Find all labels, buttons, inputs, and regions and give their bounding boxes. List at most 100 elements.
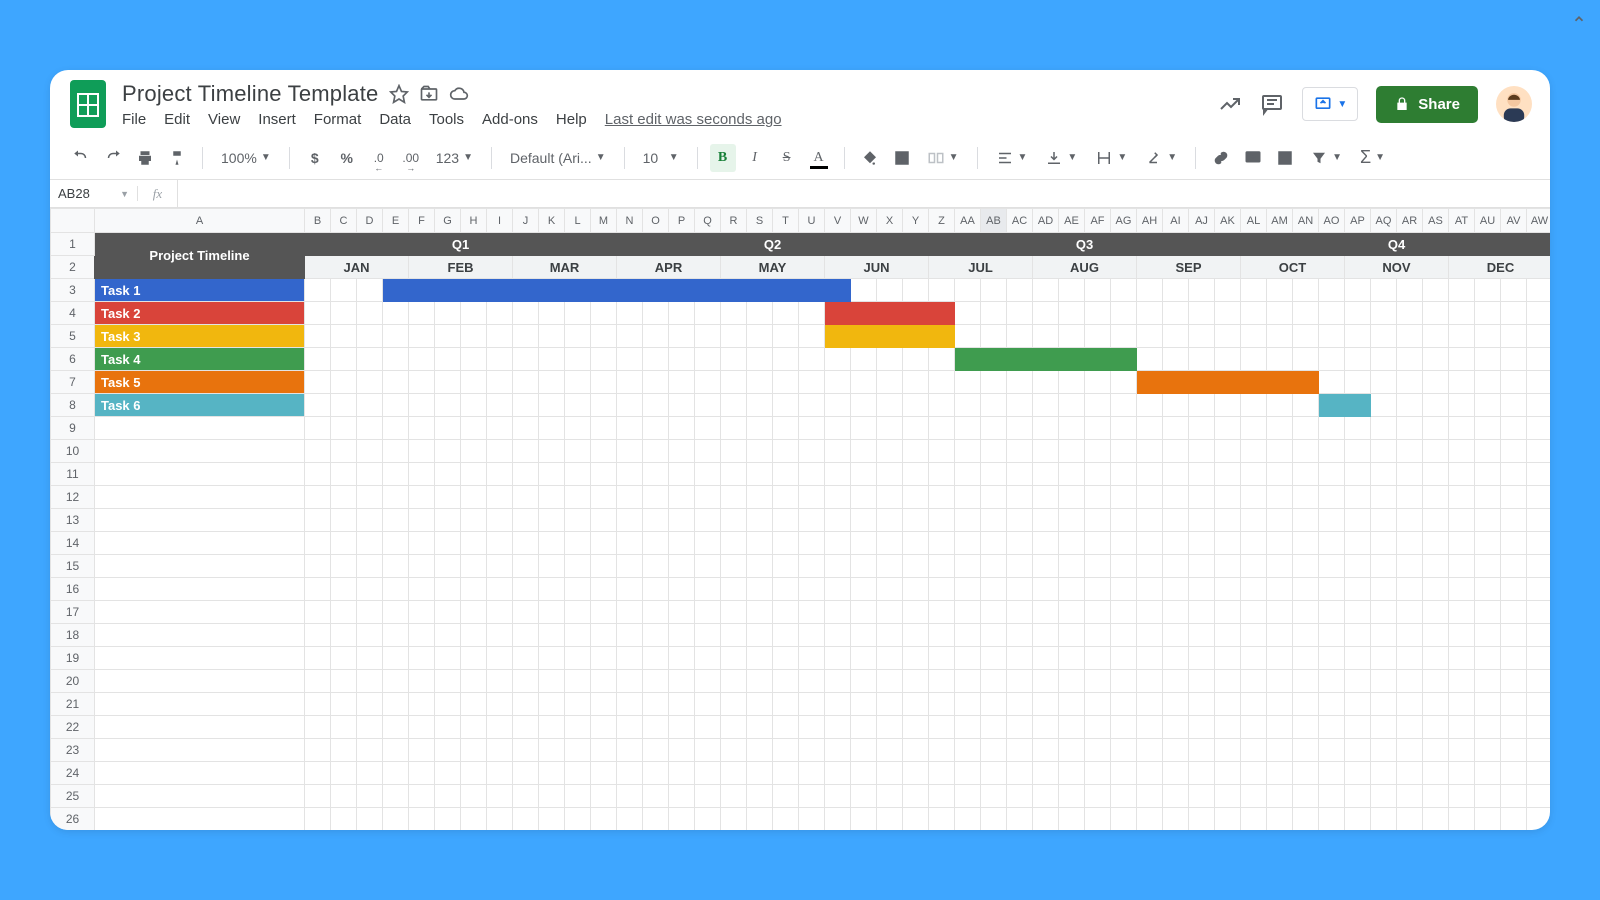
cell[interactable]	[825, 463, 851, 486]
cell[interactable]	[851, 532, 877, 555]
cell[interactable]	[1163, 417, 1189, 440]
cell[interactable]	[1189, 693, 1215, 716]
cell[interactable]	[825, 716, 851, 739]
cell[interactable]	[1007, 601, 1033, 624]
cell[interactable]	[929, 647, 955, 670]
cell[interactable]	[1033, 394, 1059, 417]
cell[interactable]	[461, 624, 487, 647]
cell[interactable]	[565, 509, 591, 532]
cell[interactable]	[1449, 785, 1475, 808]
cell[interactable]	[461, 486, 487, 509]
cell[interactable]	[383, 532, 409, 555]
cell[interactable]	[1007, 670, 1033, 693]
cell[interactable]	[1345, 325, 1371, 348]
row-header[interactable]: 10	[51, 440, 95, 463]
cell[interactable]	[1475, 762, 1501, 785]
cell[interactable]	[487, 555, 513, 578]
cell[interactable]	[357, 693, 383, 716]
cell[interactable]	[1137, 785, 1163, 808]
cell[interactable]	[695, 302, 721, 325]
cell[interactable]	[1111, 624, 1137, 647]
cell[interactable]	[1111, 762, 1137, 785]
cell[interactable]	[357, 578, 383, 601]
cell[interactable]	[331, 762, 357, 785]
cell[interactable]	[669, 486, 695, 509]
cell[interactable]	[955, 670, 981, 693]
cell[interactable]	[591, 302, 617, 325]
col-header[interactable]: G	[435, 209, 461, 233]
cell[interactable]	[851, 371, 877, 394]
cell[interactable]	[1059, 739, 1085, 762]
cell[interactable]	[1345, 578, 1371, 601]
cell[interactable]	[539, 808, 565, 831]
cell[interactable]	[721, 624, 747, 647]
cell[interactable]	[747, 739, 773, 762]
cell[interactable]	[1475, 601, 1501, 624]
cell[interactable]	[1449, 716, 1475, 739]
cell[interactable]	[1527, 578, 1551, 601]
gantt-bar-cell[interactable]	[851, 325, 877, 348]
cell[interactable]	[981, 463, 1007, 486]
cell[interactable]	[539, 762, 565, 785]
col-header[interactable]: J	[513, 209, 539, 233]
cell[interactable]	[1345, 417, 1371, 440]
cell[interactable]	[1033, 670, 1059, 693]
cell[interactable]	[1267, 693, 1293, 716]
cell[interactable]	[1215, 647, 1241, 670]
cell[interactable]	[1475, 463, 1501, 486]
col-header[interactable]: AN	[1293, 209, 1319, 233]
cell[interactable]	[1033, 371, 1059, 394]
cell[interactable]	[95, 440, 305, 463]
cell[interactable]	[1527, 279, 1551, 302]
cell[interactable]	[695, 693, 721, 716]
cell[interactable]	[95, 716, 305, 739]
cell[interactable]	[799, 532, 825, 555]
cell[interactable]	[721, 532, 747, 555]
menu-help[interactable]: Help	[556, 111, 587, 128]
cell[interactable]	[487, 417, 513, 440]
cell[interactable]	[435, 348, 461, 371]
cell[interactable]	[1085, 509, 1111, 532]
cell[interactable]	[1293, 325, 1319, 348]
cell[interactable]	[643, 785, 669, 808]
cell[interactable]	[513, 371, 539, 394]
cell[interactable]	[1163, 348, 1189, 371]
cell[interactable]	[643, 371, 669, 394]
text-wrap-button[interactable]: ▼	[1089, 149, 1133, 167]
cell[interactable]	[1137, 716, 1163, 739]
cell[interactable]	[1007, 394, 1033, 417]
cell[interactable]	[1215, 486, 1241, 509]
cell[interactable]	[1371, 785, 1397, 808]
cell[interactable]	[617, 762, 643, 785]
cell[interactable]	[851, 578, 877, 601]
cell[interactable]	[1475, 348, 1501, 371]
cell[interactable]	[799, 555, 825, 578]
cell[interactable]	[721, 486, 747, 509]
col-header[interactable]: AR	[1397, 209, 1423, 233]
cell[interactable]	[1007, 762, 1033, 785]
text-color-button[interactable]: A	[806, 144, 832, 172]
cell[interactable]	[1475, 785, 1501, 808]
cell[interactable]	[565, 302, 591, 325]
cell[interactable]	[1475, 394, 1501, 417]
cell[interactable]	[305, 808, 331, 831]
cell[interactable]	[409, 463, 435, 486]
cell[interactable]	[1319, 371, 1345, 394]
col-header[interactable]: A	[95, 209, 305, 233]
cell[interactable]	[981, 394, 1007, 417]
cell[interactable]	[773, 417, 799, 440]
cell[interactable]	[357, 348, 383, 371]
cell[interactable]	[695, 348, 721, 371]
cell[interactable]	[539, 693, 565, 716]
cell[interactable]	[825, 762, 851, 785]
cell[interactable]	[669, 532, 695, 555]
cell[interactable]	[981, 302, 1007, 325]
cell[interactable]	[695, 394, 721, 417]
cell[interactable]	[1527, 486, 1551, 509]
cell[interactable]	[1085, 279, 1111, 302]
cell[interactable]	[669, 555, 695, 578]
cell[interactable]	[721, 555, 747, 578]
cell[interactable]	[981, 670, 1007, 693]
cell[interactable]	[643, 739, 669, 762]
cell[interactable]	[747, 532, 773, 555]
